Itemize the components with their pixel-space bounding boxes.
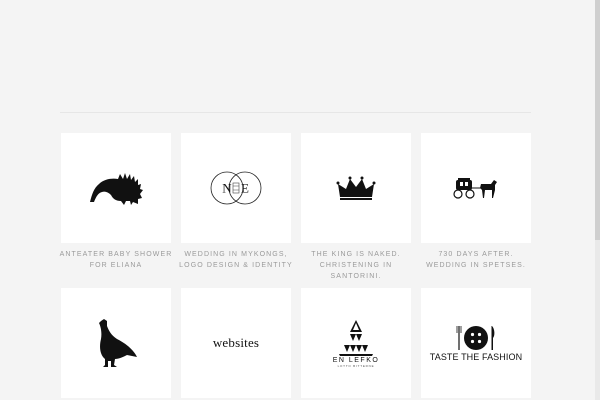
portfolio-tile-mykonos-wedding[interactable]: N E	[181, 133, 291, 243]
vertical-scrollbar[interactable]	[595, 0, 600, 400]
en-lefko-subtext: LOTTO BITTERNE	[337, 363, 375, 368]
scrollbar-thumb[interactable]	[595, 0, 600, 240]
caption-anteater[interactable]: ANTEATER BABY SHOWER FOR ELIANA	[57, 249, 175, 271]
horse-carriage-icon	[453, 178, 497, 199]
portfolio-tile-en-lefko[interactable]: EN LEFKO LOTTO BITTERNE	[301, 288, 411, 398]
portfolio-tile-websites[interactable]: websites	[181, 288, 291, 398]
monogram-letter-n: N	[222, 181, 232, 196]
monogram-letter-e: E	[241, 181, 249, 196]
portfolio-tile-spetses-wedding[interactable]	[421, 133, 531, 243]
portfolio-tile-king-christening[interactable]	[301, 133, 411, 243]
websites-wordmark: websites	[212, 335, 260, 350]
partridge-icon	[99, 319, 137, 367]
en-lefko-logo	[339, 319, 373, 356]
crown-icon	[336, 176, 376, 200]
en-lefko-text: EN LEFKO	[332, 356, 380, 364]
portfolio-tile-taste-the-fashion[interactable]: TASTE THE FASHION	[421, 288, 531, 398]
portfolio-tile-anteater[interactable]	[61, 133, 171, 243]
ne-monogram-icon: N E	[210, 171, 262, 205]
taste-the-fashion-text: TASTE THE FASHION	[429, 352, 523, 362]
portfolio-tile-partridge[interactable]	[61, 288, 171, 398]
section-divider	[60, 112, 531, 113]
caption-king-christening[interactable]: THE KING IS NAKED. CHRISTENING IN SANTOR…	[297, 249, 415, 282]
caption-spetses-wedding[interactable]: 730 DAYS AFTER. WEDDING IN SPETSES.	[417, 249, 535, 271]
caption-mykonos-wedding[interactable]: WEDDING IN MYKONGS, LOGO DESIGN & IDENTI…	[177, 249, 295, 271]
anteater-icon	[90, 173, 143, 205]
button-cutlery-icon	[456, 326, 495, 350]
